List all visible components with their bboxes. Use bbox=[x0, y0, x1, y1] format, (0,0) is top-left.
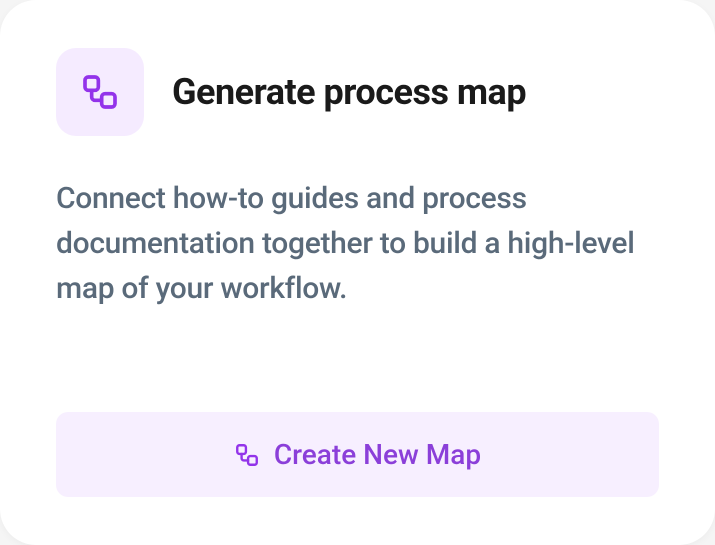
card-title: Generate process map bbox=[172, 71, 526, 113]
process-map-card: Generate process map Connect how-to guid… bbox=[0, 0, 715, 545]
card-description: Connect how-to guides and process docume… bbox=[56, 176, 659, 412]
card-header: Generate process map bbox=[56, 48, 659, 136]
workflow-icon bbox=[80, 72, 120, 112]
workflow-icon-container bbox=[56, 48, 144, 136]
workflow-icon bbox=[234, 442, 260, 468]
button-label: Create New Map bbox=[274, 438, 481, 471]
create-new-map-button[interactable]: Create New Map bbox=[56, 412, 659, 497]
